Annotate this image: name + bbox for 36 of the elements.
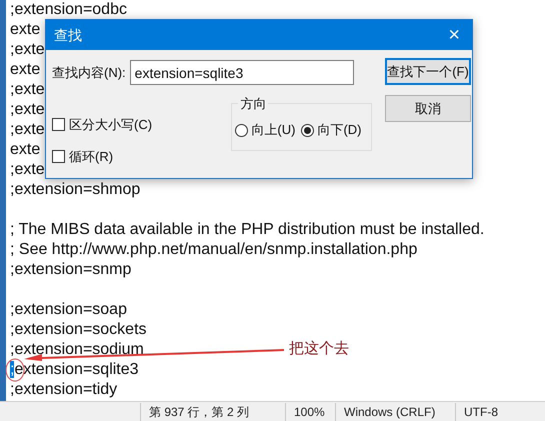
- checkbox-label[interactable]: 区分大小写(C): [69, 115, 152, 134]
- dialog-title: 查找: [54, 26, 82, 44]
- code-line: ;extension=sodium: [10, 340, 144, 360]
- radio-button[interactable]: [301, 124, 314, 136]
- code-line: ;extension=snmp: [10, 260, 132, 280]
- code-line: ;exte: [10, 100, 45, 120]
- dialog-button[interactable]: 查找下一个(F): [385, 58, 471, 85]
- code-line: ; See http://www.php.net/manual/en/snmp.installation.php: [10, 240, 418, 260]
- checkbox[interactable]: [52, 150, 65, 163]
- annotation-text: 把这个去: [289, 339, 349, 359]
- code-line: exte: [10, 20, 40, 40]
- radio-label[interactable]: 向下(D): [317, 120, 362, 140]
- status-text: 第 937 行，第 2 列: [140, 402, 285, 420]
- find-label: 查找内容(N):: [52, 64, 126, 82]
- code-line: ;exte: [10, 80, 45, 100]
- code-line: ;exte: [10, 40, 45, 60]
- checkbox-label[interactable]: 循环(R): [69, 146, 114, 166]
- radio-label[interactable]: 向上(U): [251, 120, 296, 140]
- find-input[interactable]: extension=sqlite3: [130, 60, 354, 85]
- status-text: 100%: [285, 402, 335, 420]
- code-line: ;extension=odbc: [10, 0, 127, 20]
- status-text: UTF-8: [455, 402, 506, 420]
- code-line: exte: [10, 140, 40, 160]
- code-line: exte: [10, 60, 40, 80]
- code-line: ;extension=shmop: [10, 180, 140, 200]
- code-line: ;extension=soap: [10, 300, 127, 320]
- code-line: ;exte: [10, 120, 45, 140]
- status-text: Windows (CRLF): [335, 402, 455, 420]
- close-button[interactable]: ×: [444, 25, 464, 45]
- code-line: ;extension=tidy: [10, 380, 118, 400]
- dialog-button[interactable]: 取消: [385, 95, 471, 122]
- code-line: ; The MIBS data available in the PHP distribution must be installed.: [10, 220, 484, 240]
- code-line: ;extension=sockets: [10, 320, 147, 340]
- code-line: ;exte: [10, 160, 45, 180]
- radio-button[interactable]: [235, 124, 248, 136]
- checkbox[interactable]: [52, 118, 65, 132]
